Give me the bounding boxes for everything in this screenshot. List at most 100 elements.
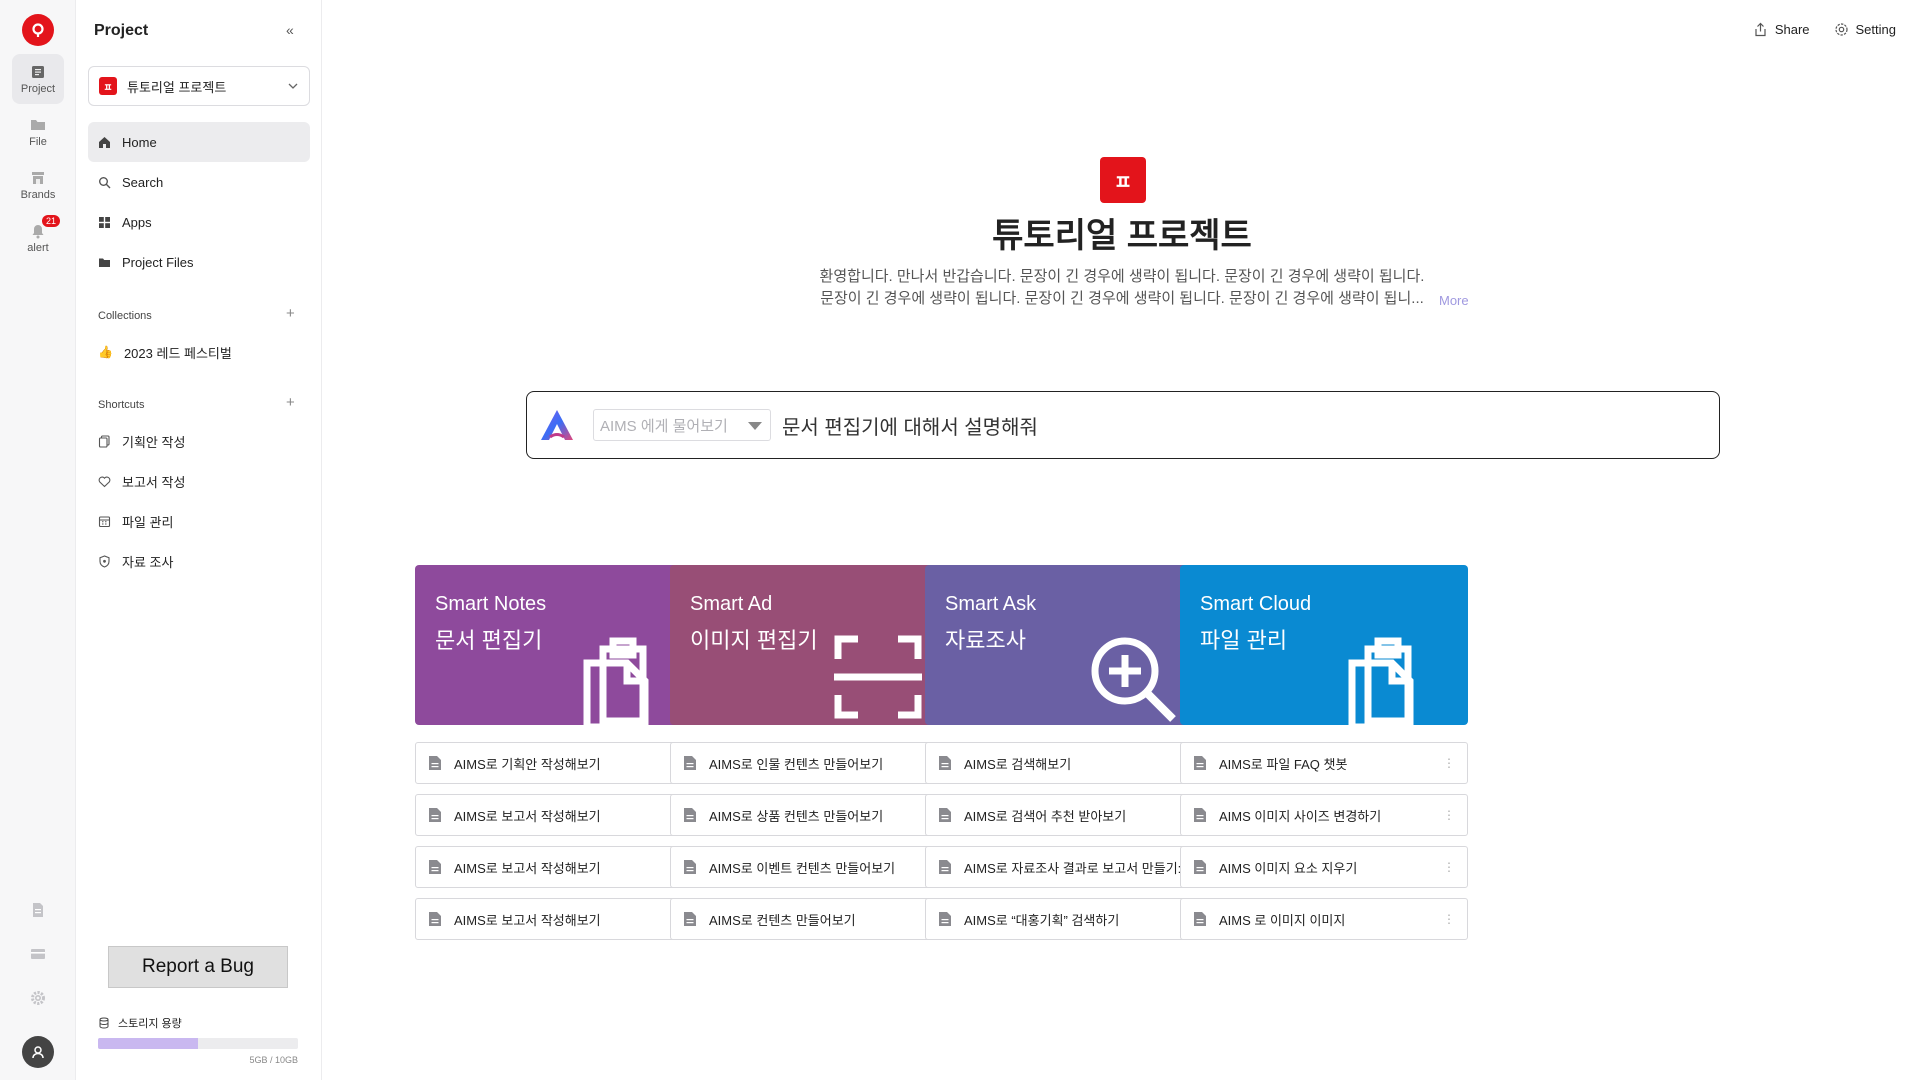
- avatar[interactable]: [22, 1036, 54, 1068]
- shortcut-item[interactable]: 보고서 작성: [88, 461, 310, 501]
- prompt-item[interactable]: AIMS 이미지 사이즈 변경하기 ⋮: [1180, 794, 1468, 836]
- shortcut-label: 기획안 작성: [122, 434, 186, 450]
- user-icon: [32, 1046, 44, 1059]
- add-collection-icon[interactable]: +: [286, 305, 295, 322]
- collapse-sidebar-icon[interactable]: «: [286, 22, 294, 38]
- share-button[interactable]: Share: [1753, 22, 1810, 37]
- prompt-item-label: AIMS로 보고서 작성해보기: [454, 808, 601, 824]
- collections-label: Collections: [98, 310, 152, 322]
- prompt-item-label: AIMS로 이벤트 컨텐츠 만들어보기: [709, 860, 896, 876]
- prompt-item-label: AIMS 이미지 요소 지우기: [1219, 860, 1358, 876]
- app-card-smart-notes[interactable]: Smart Notes 문서 편집기: [415, 565, 703, 725]
- ask-input[interactable]: [782, 409, 1682, 441]
- nav-item-project-files[interactable]: Project Files: [88, 242, 310, 282]
- prompt-item-label: AIMS로 파일 FAQ 챗봇: [1219, 756, 1348, 772]
- prompt-item[interactable]: AIMS로 자료조사 결과로 보고서 만들기:⋮: [925, 846, 1213, 888]
- card-icon[interactable]: [28, 944, 48, 964]
- prompt-item[interactable]: AIMS로 “대홍기획” 검색하기⋮: [925, 898, 1213, 940]
- shortcut-label: 보고서 작성: [122, 474, 186, 490]
- shortcut-item[interactable]: 자료 조사: [88, 541, 310, 581]
- more-options-icon[interactable]: ⋮: [1443, 756, 1455, 770]
- more-options-icon[interactable]: ⋮: [1443, 808, 1455, 822]
- more-link[interactable]: More: [1439, 293, 1469, 308]
- document-icon: [1194, 808, 1206, 822]
- prompt-item[interactable]: AIMS로 인물 컨텐츠 만들어보기⋮: [670, 742, 958, 784]
- setting-button[interactable]: Setting: [1834, 22, 1896, 37]
- rail-label: Project: [20, 82, 56, 95]
- calendar-icon: [98, 515, 111, 527]
- document-icon: [684, 860, 696, 874]
- more-options-icon[interactable]: ⋮: [1443, 912, 1455, 926]
- project-badge-icon: ㅍ: [99, 77, 117, 95]
- project-sidebar: Project « ㅍ 튜토리얼 프로젝트 Home Search Apps P…: [76, 0, 322, 1080]
- nav-item-home[interactable]: Home: [88, 122, 310, 162]
- card-subtitle: 문서 편집기: [435, 628, 543, 653]
- rail-item-project[interactable]: Project: [12, 54, 64, 104]
- nav-item-search[interactable]: Search: [88, 162, 310, 202]
- prompt-item[interactable]: AIMS로 기획안 작성해보기⋮: [415, 742, 703, 784]
- project-select[interactable]: ㅍ 튜토리얼 프로젝트: [88, 66, 310, 106]
- prompt-item[interactable]: AIMS로 보고서 작성해보기⋮: [415, 898, 703, 940]
- ask-bar: AIMS 에게 물어보기: [526, 391, 1720, 459]
- sidebar-title: Project: [94, 22, 149, 39]
- nav-item-apps[interactable]: Apps: [88, 202, 310, 242]
- project-icon: [32, 65, 44, 78]
- project-title: 튜토리얼 프로젝트: [992, 217, 1252, 255]
- prompt-item[interactable]: AIMS로 보고서 작성해보기⋮: [415, 794, 703, 836]
- add-shortcut-icon[interactable]: +: [286, 394, 295, 411]
- storage-label-text: 스토리지 용량: [118, 1018, 182, 1030]
- document-icon: [939, 756, 951, 770]
- prompt-item-label: AIMS로 검색어 추천 받아보기: [964, 808, 1127, 824]
- shortcuts-label: Shortcuts: [98, 399, 145, 411]
- document-icon[interactable]: [28, 900, 48, 920]
- icon-rail: Project File Brands alert 21: [0, 0, 76, 1080]
- document-icon: [684, 808, 696, 822]
- prompt-item-label: AIMS로 기획안 작성해보기: [454, 756, 601, 772]
- document-icon: [684, 756, 696, 770]
- prompt-item-label: AIMS로 상품 컨텐츠 만들어보기: [709, 808, 884, 824]
- rail-item-alert[interactable]: alert 21: [12, 213, 64, 263]
- collection-item[interactable]: 👍 2023 레드 페스티벌: [88, 332, 310, 372]
- prompt-item[interactable]: AIMS 로 이미지 이미지 ⋮: [1180, 898, 1468, 940]
- main-content: Share Setting ㅍ 튜토리얼 프로젝트 환영합니다. 만나서 반갑습…: [322, 0, 1920, 1080]
- prompt-item[interactable]: AIMS로 보고서 작성해보기⋮: [415, 846, 703, 888]
- prompt-item[interactable]: AIMS로 검색해보기⋮: [925, 742, 1213, 784]
- prompt-item[interactable]: AIMS로 상품 컨텐츠 만들어보기⋮: [670, 794, 958, 836]
- prompt-item[interactable]: AIMS로 컨텐츠 만들어보기⋮: [670, 898, 958, 940]
- shortcut-item[interactable]: 기획안 작성: [88, 421, 310, 461]
- nav-label: Search: [122, 174, 164, 190]
- home-icon: [99, 136, 110, 148]
- triangle-down-icon: [748, 422, 762, 430]
- app-logo[interactable]: [22, 14, 54, 46]
- rail-item-file[interactable]: File: [12, 107, 64, 157]
- prompt-item[interactable]: AIMS 이미지 요소 지우기 ⋮: [1180, 846, 1468, 888]
- prompt-item[interactable]: AIMS로 이벤트 컨텐츠 만들어보기⋮: [670, 846, 958, 888]
- app-card-smart-ask[interactable]: Smart Ask 자료조사: [925, 565, 1213, 725]
- storage-label: 스토리지 용량: [98, 1015, 182, 1031]
- copy-icon: [98, 434, 110, 448]
- report-bug-button[interactable]: Report a Bug: [108, 946, 288, 988]
- shortcut-label: 파일 관리: [122, 514, 174, 530]
- document-icon: [429, 808, 441, 822]
- document-icon: [684, 912, 696, 926]
- card-title: Smart Cloud: [1200, 593, 1312, 615]
- prompt-item[interactable]: AIMS로 검색어 추천 받아보기⋮: [925, 794, 1213, 836]
- rail-item-brands[interactable]: Brands: [12, 160, 64, 210]
- alert-count-badge: 21: [41, 215, 60, 227]
- folder-icon: [99, 258, 110, 267]
- ask-target-select[interactable]: AIMS 에게 물어보기: [593, 409, 771, 441]
- document-icon: [939, 860, 951, 874]
- gear-icon[interactable]: [28, 988, 48, 1008]
- more-options-icon[interactable]: ⋮: [1443, 860, 1455, 874]
- collection-label: 2023 레드 페스티벌: [123, 345, 232, 361]
- prompt-item-label: AIMS 이미지 사이즈 변경하기: [1219, 808, 1382, 824]
- app-card-smart-ad[interactable]: Smart Ad 이미지 편집기: [670, 565, 958, 725]
- prompt-item-label: AIMS로 보고서 작성해보기: [454, 912, 601, 928]
- prompt-item[interactable]: AIMS로 파일 FAQ 챗봇 ⋮: [1180, 742, 1468, 784]
- card-title: Smart Ad: [690, 593, 773, 615]
- database-icon: [99, 1017, 109, 1029]
- shortcut-item[interactable]: 파일 관리: [88, 501, 310, 541]
- prompt-item-label: AIMS로 컨텐츠 만들어보기: [709, 912, 856, 928]
- shield-icon: [99, 554, 110, 568]
- app-card-smart-cloud[interactable]: Smart Cloud 파일 관리: [1180, 565, 1468, 725]
